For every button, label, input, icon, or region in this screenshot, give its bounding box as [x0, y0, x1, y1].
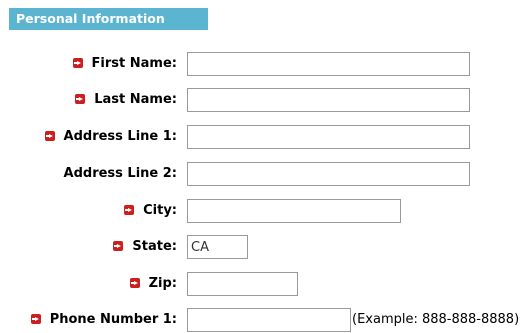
required-arrow-icon: [75, 93, 86, 104]
phone1-row: Phone Number 1: (Example: 888-888-8888): [0, 308, 528, 332]
phone1-label: Phone Number 1:: [49, 312, 177, 327]
required-arrow-icon: [30, 313, 41, 324]
required-arrow-icon: [72, 57, 83, 68]
first-name-label: First Name:: [91, 56, 177, 71]
zip-row: Zip:: [0, 272, 528, 296]
phone1-input[interactable]: [187, 308, 351, 332]
address1-input[interactable]: [187, 125, 470, 149]
last-name-label: Last Name:: [94, 92, 177, 107]
address2-label: Address Line 2:: [63, 166, 177, 181]
city-label: City:: [143, 203, 177, 218]
required-arrow-icon: [113, 240, 124, 251]
address2-row: Address Line 2:: [0, 162, 528, 186]
address2-input[interactable]: [187, 162, 470, 186]
required-arrow-icon: [129, 277, 140, 288]
first-name-row: First Name:: [0, 52, 528, 76]
city-input[interactable]: [187, 199, 401, 223]
zip-input[interactable]: [187, 272, 298, 296]
city-row: City:: [0, 199, 528, 223]
phone1-example-hint: (Example: 888-888-8888): [352, 312, 520, 327]
state-row: State:: [0, 235, 528, 259]
required-arrow-icon: [44, 130, 55, 141]
last-name-input[interactable]: [187, 88, 470, 112]
address1-row: Address Line 1:: [0, 125, 528, 149]
zip-label: Zip:: [148, 276, 177, 291]
address1-label: Address Line 1:: [63, 129, 177, 144]
state-label: State:: [132, 239, 177, 254]
state-input[interactable]: [187, 235, 248, 259]
last-name-row: Last Name:: [0, 88, 528, 112]
first-name-input[interactable]: [187, 52, 470, 76]
required-arrow-icon: [124, 204, 135, 215]
section-title: Personal Information: [9, 8, 208, 30]
